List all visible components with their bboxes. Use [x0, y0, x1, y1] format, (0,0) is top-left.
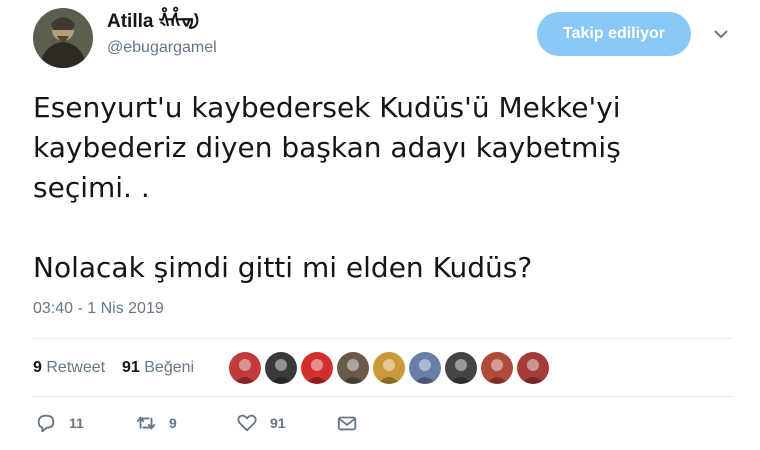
divider — [33, 396, 733, 397]
divider — [33, 338, 733, 339]
liker-avatars — [229, 352, 553, 384]
retweet-count: 9 — [169, 415, 177, 431]
liker-avatar-7[interactable] — [445, 352, 477, 384]
reply-icon — [37, 414, 55, 433]
envelope-icon — [337, 416, 357, 431]
retweet-button[interactable]: 9 — [135, 412, 177, 434]
reply-count: 11 — [69, 415, 84, 431]
liker-avatar-3[interactable] — [301, 352, 333, 384]
user-handle[interactable]: @ebugargamel — [107, 37, 217, 59]
reply-button[interactable]: 11 — [35, 412, 84, 434]
retweet-stat[interactable]: 9 Retweet — [33, 359, 105, 377]
engagement-stats: 9 Retweet 91 Beğeni — [33, 347, 733, 389]
tweet-header: Atilla ᢤᢥᢦᢧ @ebugargamel Takip ediliyor — [33, 6, 733, 68]
direct-message-button[interactable] — [336, 412, 358, 434]
retweet-stat-label: Retweet — [46, 359, 106, 376]
like-stat-count: 91 — [122, 359, 140, 376]
liker-avatar-5[interactable] — [373, 352, 405, 384]
like-stat-label: Beğeni — [144, 359, 195, 376]
like-button[interactable]: 91 — [236, 412, 286, 434]
tweet-actions: 11 9 91 — [33, 412, 733, 442]
user-avatar[interactable] — [33, 8, 93, 68]
liker-avatar-4[interactable] — [337, 352, 369, 384]
like-count: 91 — [270, 415, 286, 431]
tweet-text: Esenyurt'u kaybedersek Kudüs'ü Mekke'yi … — [33, 91, 621, 284]
liker-avatar-2[interactable] — [265, 352, 297, 384]
retweet-stat-count: 9 — [33, 359, 42, 376]
liker-avatar-9[interactable] — [517, 352, 549, 384]
liker-avatar-6[interactable] — [409, 352, 441, 384]
heart-icon — [237, 414, 257, 432]
display-name[interactable]: Atilla ᢤᢥᢦᢧ — [107, 10, 217, 34]
like-stat[interactable]: 91 Beğeni — [122, 359, 194, 377]
tweet-timestamp[interactable]: 03:40 - 1 Nis 2019 — [33, 300, 164, 318]
liker-avatar-1[interactable] — [229, 352, 261, 384]
following-button[interactable]: Takip ediliyor — [537, 12, 691, 56]
chevron-down-icon[interactable] — [713, 26, 729, 42]
retweet-icon — [136, 416, 156, 430]
liker-avatar-8[interactable] — [481, 352, 513, 384]
